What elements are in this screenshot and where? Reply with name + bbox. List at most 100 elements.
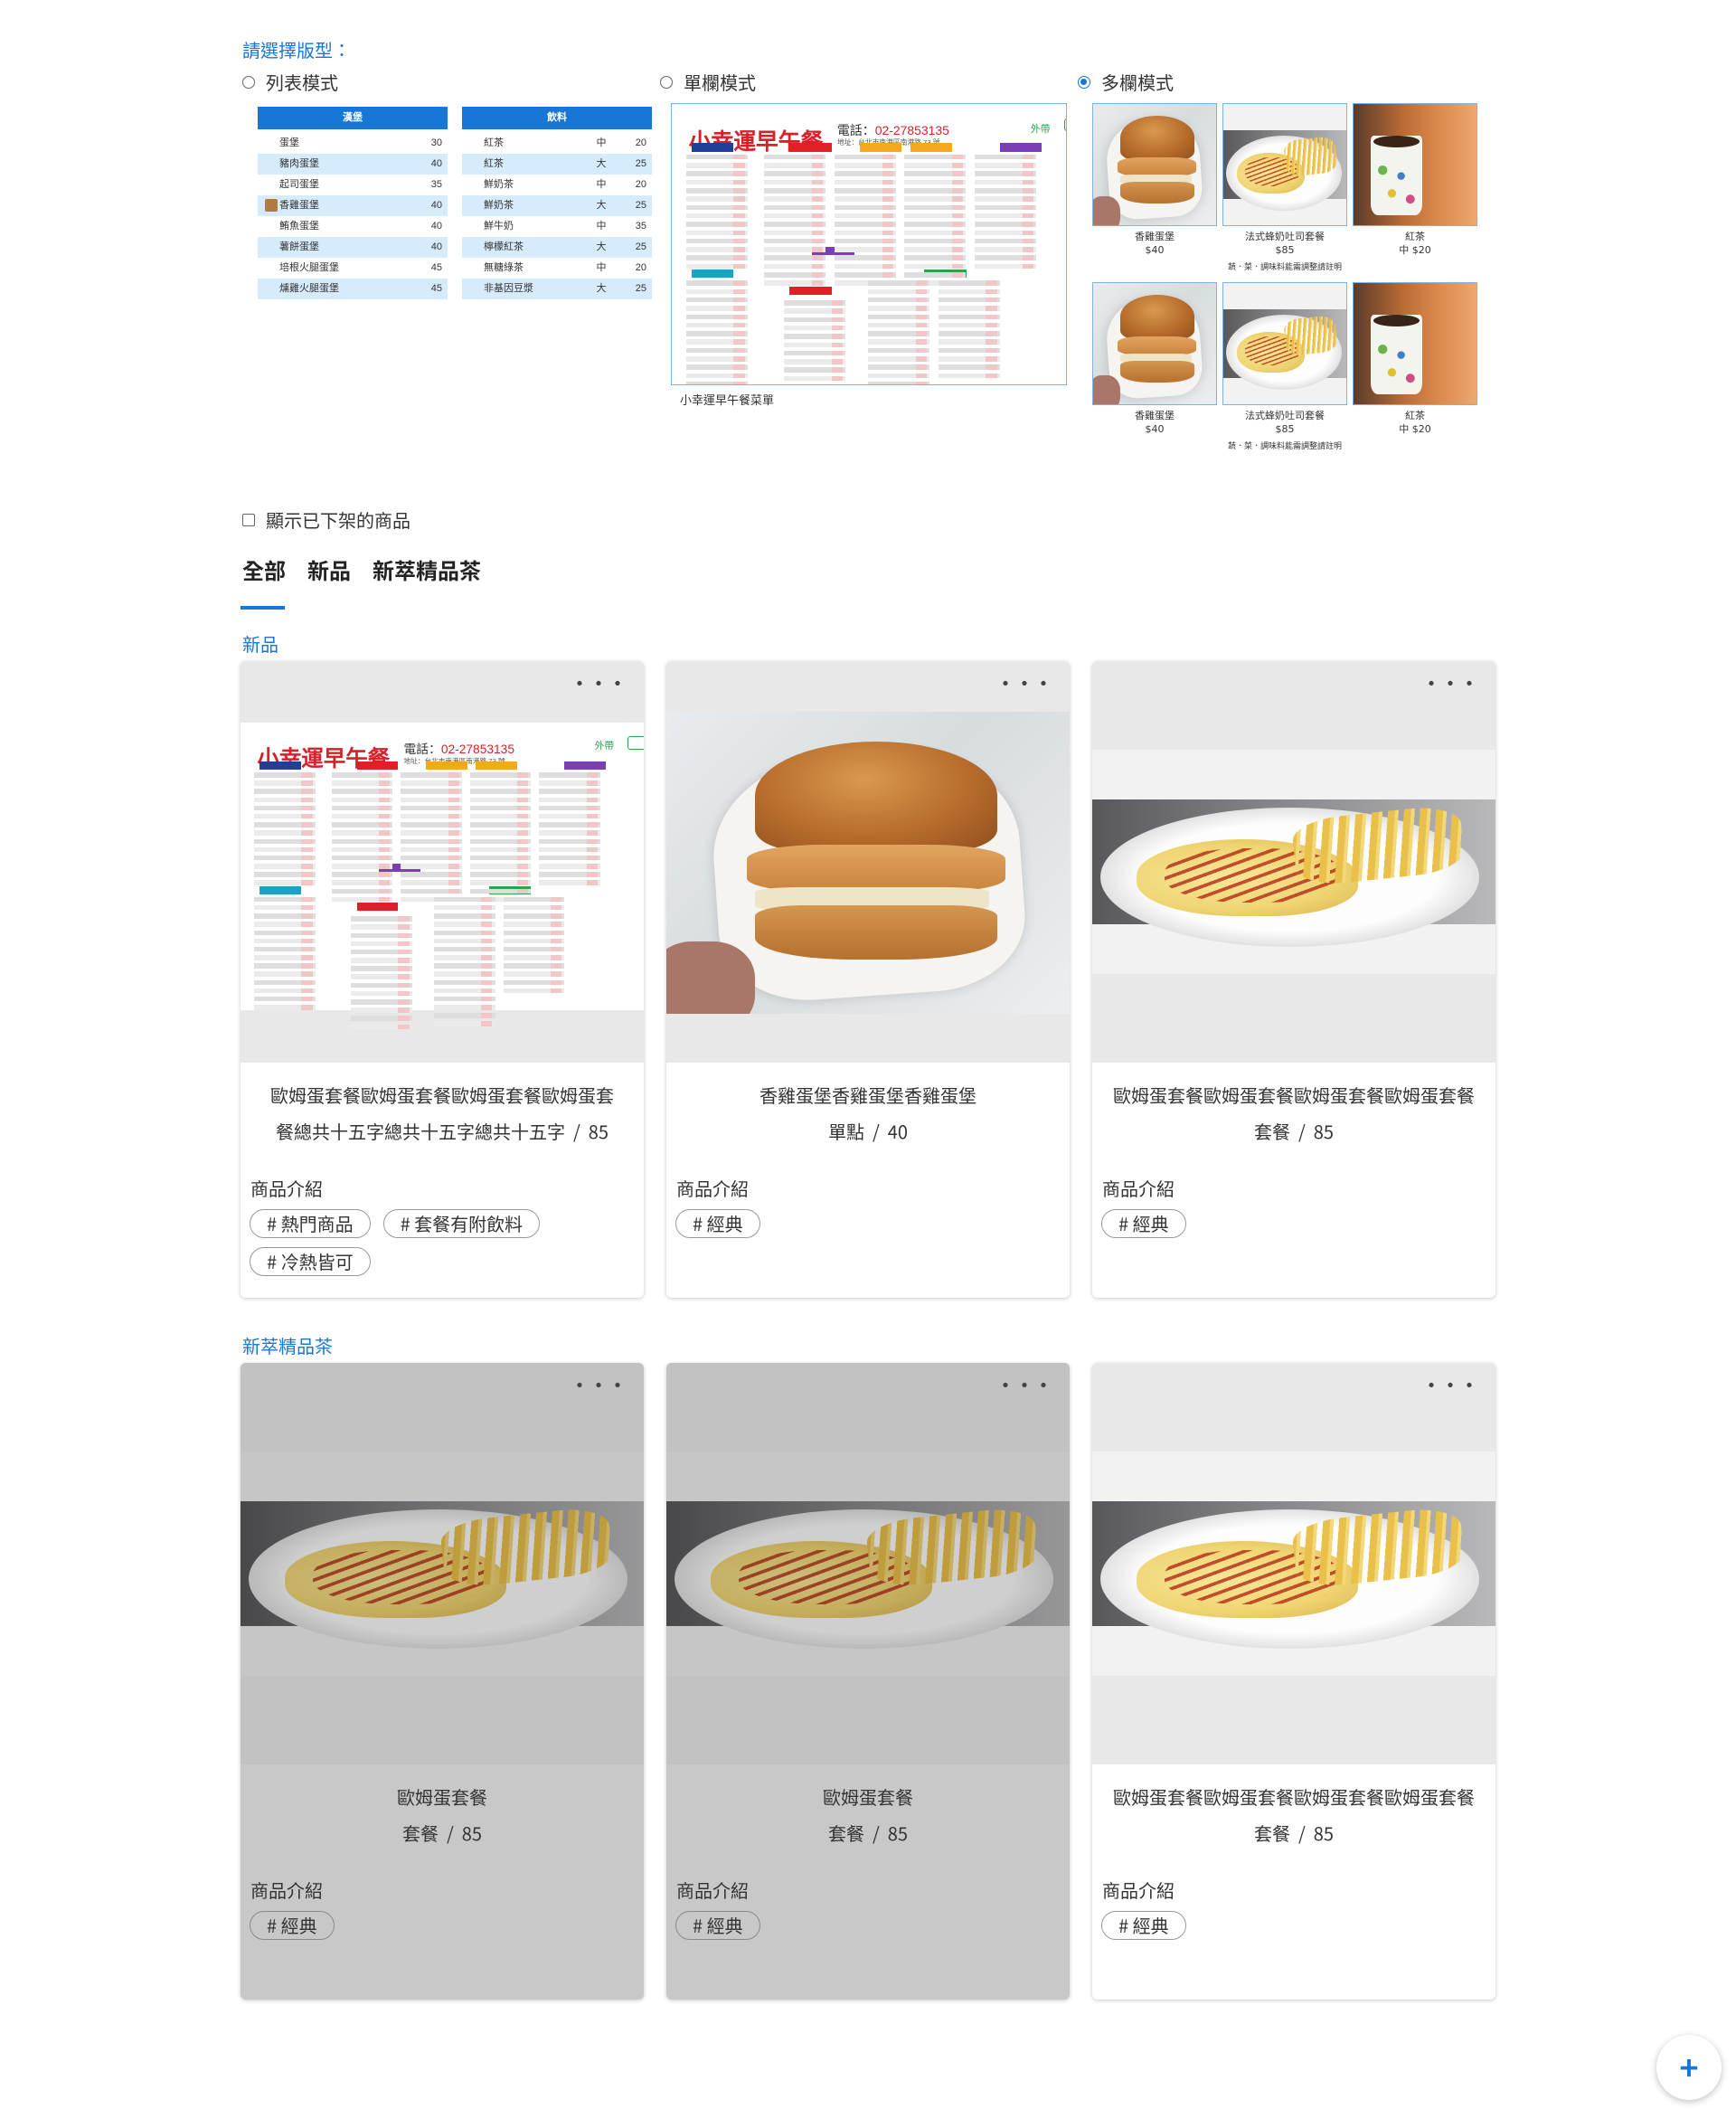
menu-row-price [812, 196, 824, 202]
tag-chip[interactable]: # 套餐有附飲料 [382, 1209, 541, 1238]
product-card[interactable]: ••• 歐姆蛋套餐歐姆蛋套餐歐姆蛋套餐歐姆蛋套餐 套餐 / 85 商品介紹 # 經典 [1092, 1363, 1495, 2000]
list-preview-price: 40 [430, 158, 442, 169]
multi-preview-price: $40 [1145, 423, 1165, 435]
radio-single[interactable] [660, 75, 673, 89]
menu-row-price [481, 963, 493, 969]
product-card[interactable]: ••• 香雞蛋堡香雞蛋堡香雞蛋堡 單點 / 40 商品介紹 # 經典 [666, 661, 1070, 1298]
menu-row-price [301, 780, 313, 786]
menu-row-price [481, 979, 493, 986]
menu-row-price [952, 213, 964, 219]
menu-row-price [301, 979, 313, 986]
more-horizontal-icon[interactable]: ••• [996, 674, 1053, 692]
meta-separator: / [1290, 1820, 1314, 1846]
product-card[interactable]: ••• 歐姆蛋套餐歐姆蛋套餐歐姆蛋套餐歐姆蛋套餐 套餐 / 85 商品介紹 # 經典 [1092, 661, 1495, 1298]
product-image [666, 1363, 1070, 1764]
radio-list[interactable] [242, 75, 255, 89]
menu-row-price [379, 880, 391, 885]
menu-row-price [586, 789, 598, 794]
menu-row-price [882, 163, 893, 168]
list-layout-preview[interactable]: 漢堡 蛋堡 30 豬肉蛋堡 40 起司蛋堡 35 香雞蛋堡 40 鮪魚蛋堡 40 薯餅蛋堡 40 培根火腿… [258, 107, 652, 299]
tab-new[interactable]: 新品 [307, 553, 351, 585]
more-horizontal-icon[interactable]: ••• [1422, 1376, 1479, 1394]
more-horizontal-icon[interactable]: ••• [996, 1376, 1053, 1394]
menu-row-price [733, 179, 745, 185]
menu-row-price [481, 1013, 493, 1018]
more-horizontal-icon[interactable]: ••• [571, 674, 627, 692]
menu-row-price [882, 188, 893, 194]
menu-row-price [831, 325, 844, 331]
menu-row-price [517, 838, 529, 845]
tag-chip[interactable]: # 經典 [675, 1209, 760, 1238]
menu-row-price [550, 979, 561, 986]
menu-row-price [379, 780, 391, 786]
tag-chip[interactable]: # 熱門商品 [250, 1209, 371, 1238]
layout-option-list[interactable]: 列表模式 [242, 69, 338, 95]
menu-row-price [1022, 188, 1033, 194]
menu-row-price [915, 306, 928, 311]
tea-photo [1354, 104, 1477, 225]
tag-chip[interactable]: # 經典 [1101, 1911, 1186, 1940]
list-preview-price: 35 [635, 221, 646, 232]
layout-option-label: 單欄模式 [684, 69, 756, 95]
menu-row-price [831, 334, 844, 339]
list-preview-name: 非基因豆漿 [467, 279, 583, 299]
multi-preview-image [1353, 282, 1477, 405]
menu-row-price [398, 1016, 410, 1021]
tag-chip[interactable]: # 經典 [250, 1911, 335, 1940]
product-card[interactable]: ••• 歐姆蛋套餐 套餐 / 85 商品介紹 # 經典 [666, 1363, 1070, 2000]
menu-row-price [986, 364, 997, 370]
menu-row-price [832, 384, 843, 385]
layout-option-single[interactable]: 單欄模式 [660, 69, 756, 95]
show-unlisted-checkbox[interactable] [242, 513, 255, 526]
menu-row-price [915, 331, 928, 336]
menu-section-tag [259, 761, 302, 770]
multi-preview-caption: 香雞蛋堡 $40 [1092, 409, 1217, 436]
section-title-tea: 新萃精品茶 [242, 1332, 333, 1358]
add-button[interactable]: + [1656, 2035, 1722, 2100]
list-preview-row: 香雞蛋堡 40 [258, 195, 448, 216]
tab-tea[interactable]: 新萃精品茶 [373, 553, 481, 585]
radio-multi[interactable] [1078, 75, 1090, 89]
list-preview-size [379, 216, 415, 237]
tab-all[interactable]: 全部 [242, 553, 286, 585]
omelet-image-frame [1092, 1452, 1495, 1676]
product-name: 歐姆蛋套餐歐姆蛋套餐歐姆蛋套餐歐姆蛋套餐 [1113, 1082, 1475, 1108]
menu-row-price [882, 222, 893, 227]
product-card[interactable]: ••• 歐姆蛋套餐 套餐 / 85 商品介紹 # 經典 [241, 1363, 644, 2000]
tag-chip[interactable]: # 經典 [1101, 1209, 1186, 1238]
tag-chip[interactable]: # 經典 [675, 1911, 760, 1940]
menu-row-price [882, 196, 893, 202]
menu-row-price [301, 855, 313, 861]
multi-layout-preview[interactable]: 香雞蛋堡 $40 法式蜂奶吐司套餐 $85 蔬．菜．調味料能需調整請註明 紅茶中 $20 香… [1092, 103, 1481, 456]
menu-row-price [586, 846, 598, 853]
product-name-block: 香雞蛋堡香雞蛋堡香雞蛋堡 單點 / 40 [675, 1077, 1061, 1149]
menu-row-price [301, 930, 313, 935]
menu-row-price [831, 300, 844, 306]
menu-row-price [481, 896, 493, 903]
tag-chip[interactable]: # 冷熱皆可 [250, 1247, 371, 1276]
menu-row-price [301, 896, 313, 903]
meta-separator: / [565, 1118, 589, 1144]
single-layout-preview[interactable]: 小幸運早午餐電話：02-27853135地址：台北市南港區南港路 73 號外帶內… [671, 103, 1067, 385]
menu-row-price [517, 872, 529, 877]
list-preview-price: 25 [635, 158, 646, 169]
product-card[interactable]: 小幸運早午餐電話：02-27853135地址：台北市南港區南港路 73 號外帶內… [241, 661, 644, 1298]
menu-row-price [301, 797, 313, 803]
menu-row-price [1022, 204, 1033, 211]
menu-row-price [301, 955, 313, 960]
more-horizontal-icon[interactable]: ••• [1422, 674, 1479, 692]
menu-row-price [986, 322, 997, 328]
menu-row-price [733, 255, 745, 260]
layout-option-multi[interactable]: 多欄模式 [1078, 69, 1174, 95]
show-unlisted-toggle[interactable]: 顯示已下架的商品 [242, 506, 410, 533]
list-preview-name: 香雞蛋堡 [263, 195, 379, 216]
more-horizontal-icon[interactable]: ••• [571, 1376, 627, 1394]
menu-row-price [481, 1021, 493, 1026]
menu-section-tag [789, 143, 832, 152]
menu-row-price [1022, 213, 1033, 219]
menu-row-price [379, 822, 391, 828]
menu-row-price [882, 171, 893, 176]
product-image [1092, 661, 1495, 1063]
menu-row-price [831, 317, 844, 323]
menu-section-tag [356, 902, 399, 912]
